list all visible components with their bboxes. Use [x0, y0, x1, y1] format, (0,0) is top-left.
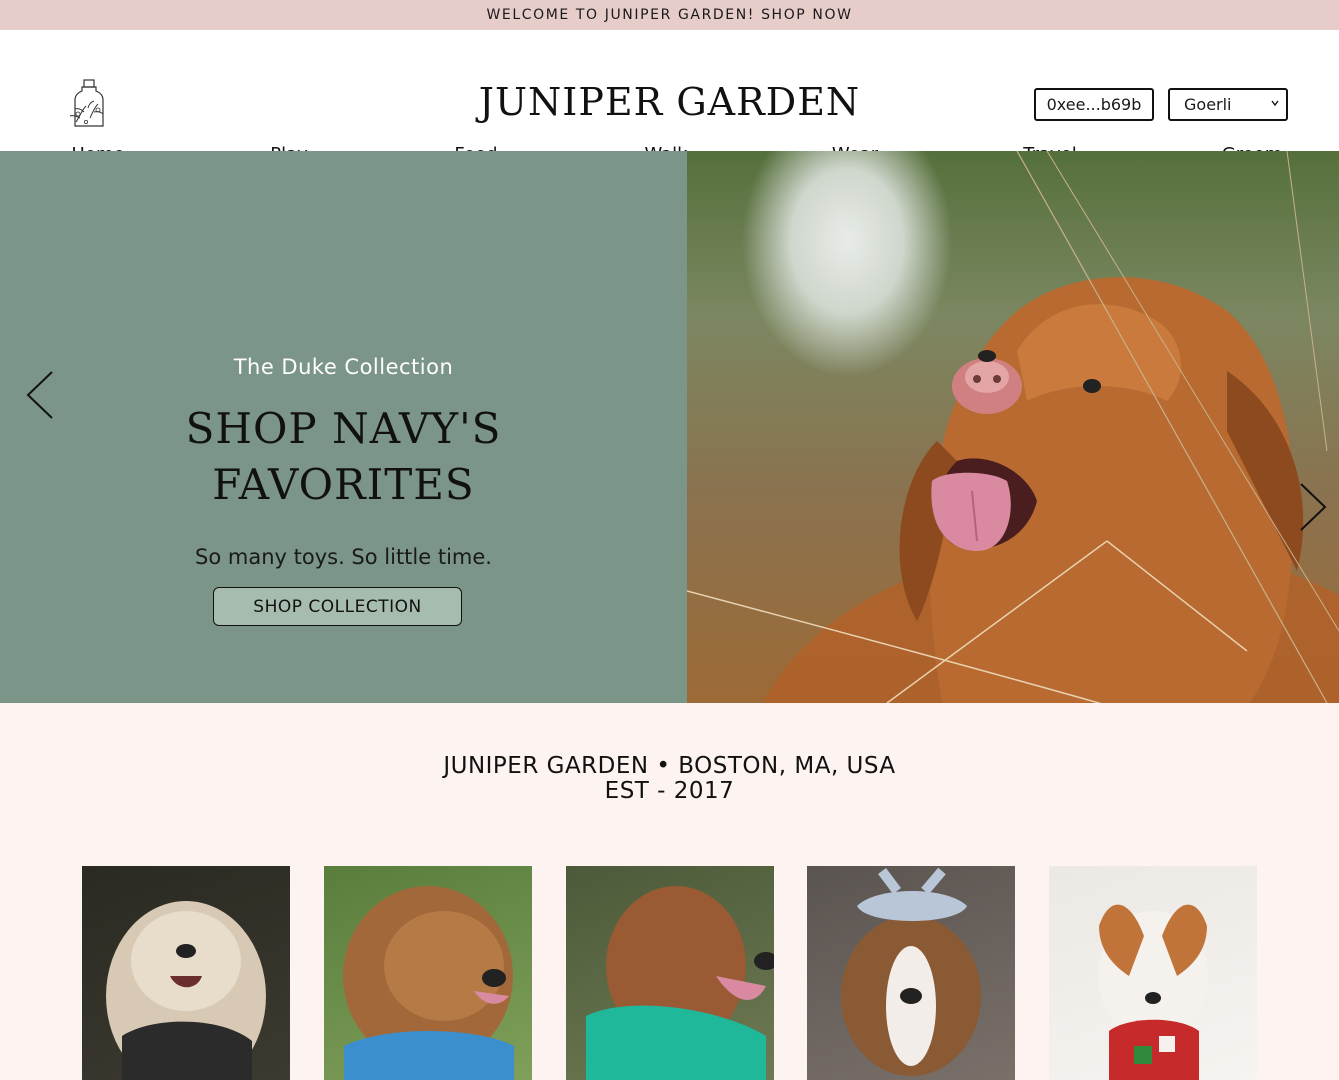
- dog-illustration: [687, 151, 1339, 703]
- brown-dog-photo: [586, 886, 774, 1080]
- beagle-photo: [841, 867, 981, 1076]
- hero-subtitle: The Duke Collection: [233, 355, 454, 379]
- wallet-address-button[interactable]: 0xee...b69b: [1034, 88, 1154, 121]
- gallery-item-spaniel[interactable]: [324, 866, 532, 1080]
- announcement-bar[interactable]: WELCOME TO JUNIPER GARDEN! SHOP NOW: [0, 0, 1339, 30]
- gallery-item-fluffy-dog[interactable]: [82, 866, 290, 1080]
- about-established: EST - 2017: [604, 778, 735, 804]
- jack-russell-photo: [1098, 904, 1208, 1080]
- hero-dog-photo: [687, 151, 1339, 703]
- spaniel-photo: [343, 886, 514, 1080]
- hero-tagline: So many toys. So little time.: [195, 545, 492, 569]
- hero-carousel: The Duke Collection SHOP NAVY'S FAVORITE…: [0, 151, 1339, 703]
- site-header: JUNIPER GARDEN 0xee...b69b Goerli Home P…: [0, 30, 1339, 165]
- announcement-text[interactable]: WELCOME TO JUNIPER GARDEN! SHOP NOW: [486, 7, 852, 23]
- product-gallery: [0, 866, 1339, 1080]
- about-location: JUNIPER GARDEN • BOSTON, MA, USA: [443, 753, 896, 779]
- hero-title-line-1: SHOP NAVY'S: [185, 404, 502, 453]
- fluffy-dog-photo: [106, 901, 266, 1080]
- network-select-value: Goerli: [1184, 95, 1232, 114]
- gallery-item-jack-russell[interactable]: [1049, 866, 1257, 1080]
- carousel-next-arrow-icon[interactable]: [1297, 482, 1329, 532]
- network-select[interactable]: Goerli: [1168, 88, 1288, 121]
- shop-collection-button[interactable]: SHOP COLLECTION: [213, 587, 462, 626]
- hero-text-panel: The Duke Collection SHOP NAVY'S FAVORITE…: [0, 151, 687, 703]
- gallery-item-brown-dog[interactable]: [566, 866, 774, 1080]
- hero-title: SHOP NAVY'S FAVORITES: [0, 401, 687, 513]
- gallery-item-beagle[interactable]: [807, 866, 1015, 1080]
- chevron-down-icon: [1271, 100, 1279, 107]
- about-section: JUNIPER GARDEN • BOSTON, MA, USA EST - 2…: [0, 703, 1339, 866]
- hero-title-line-2: FAVORITES: [212, 460, 475, 509]
